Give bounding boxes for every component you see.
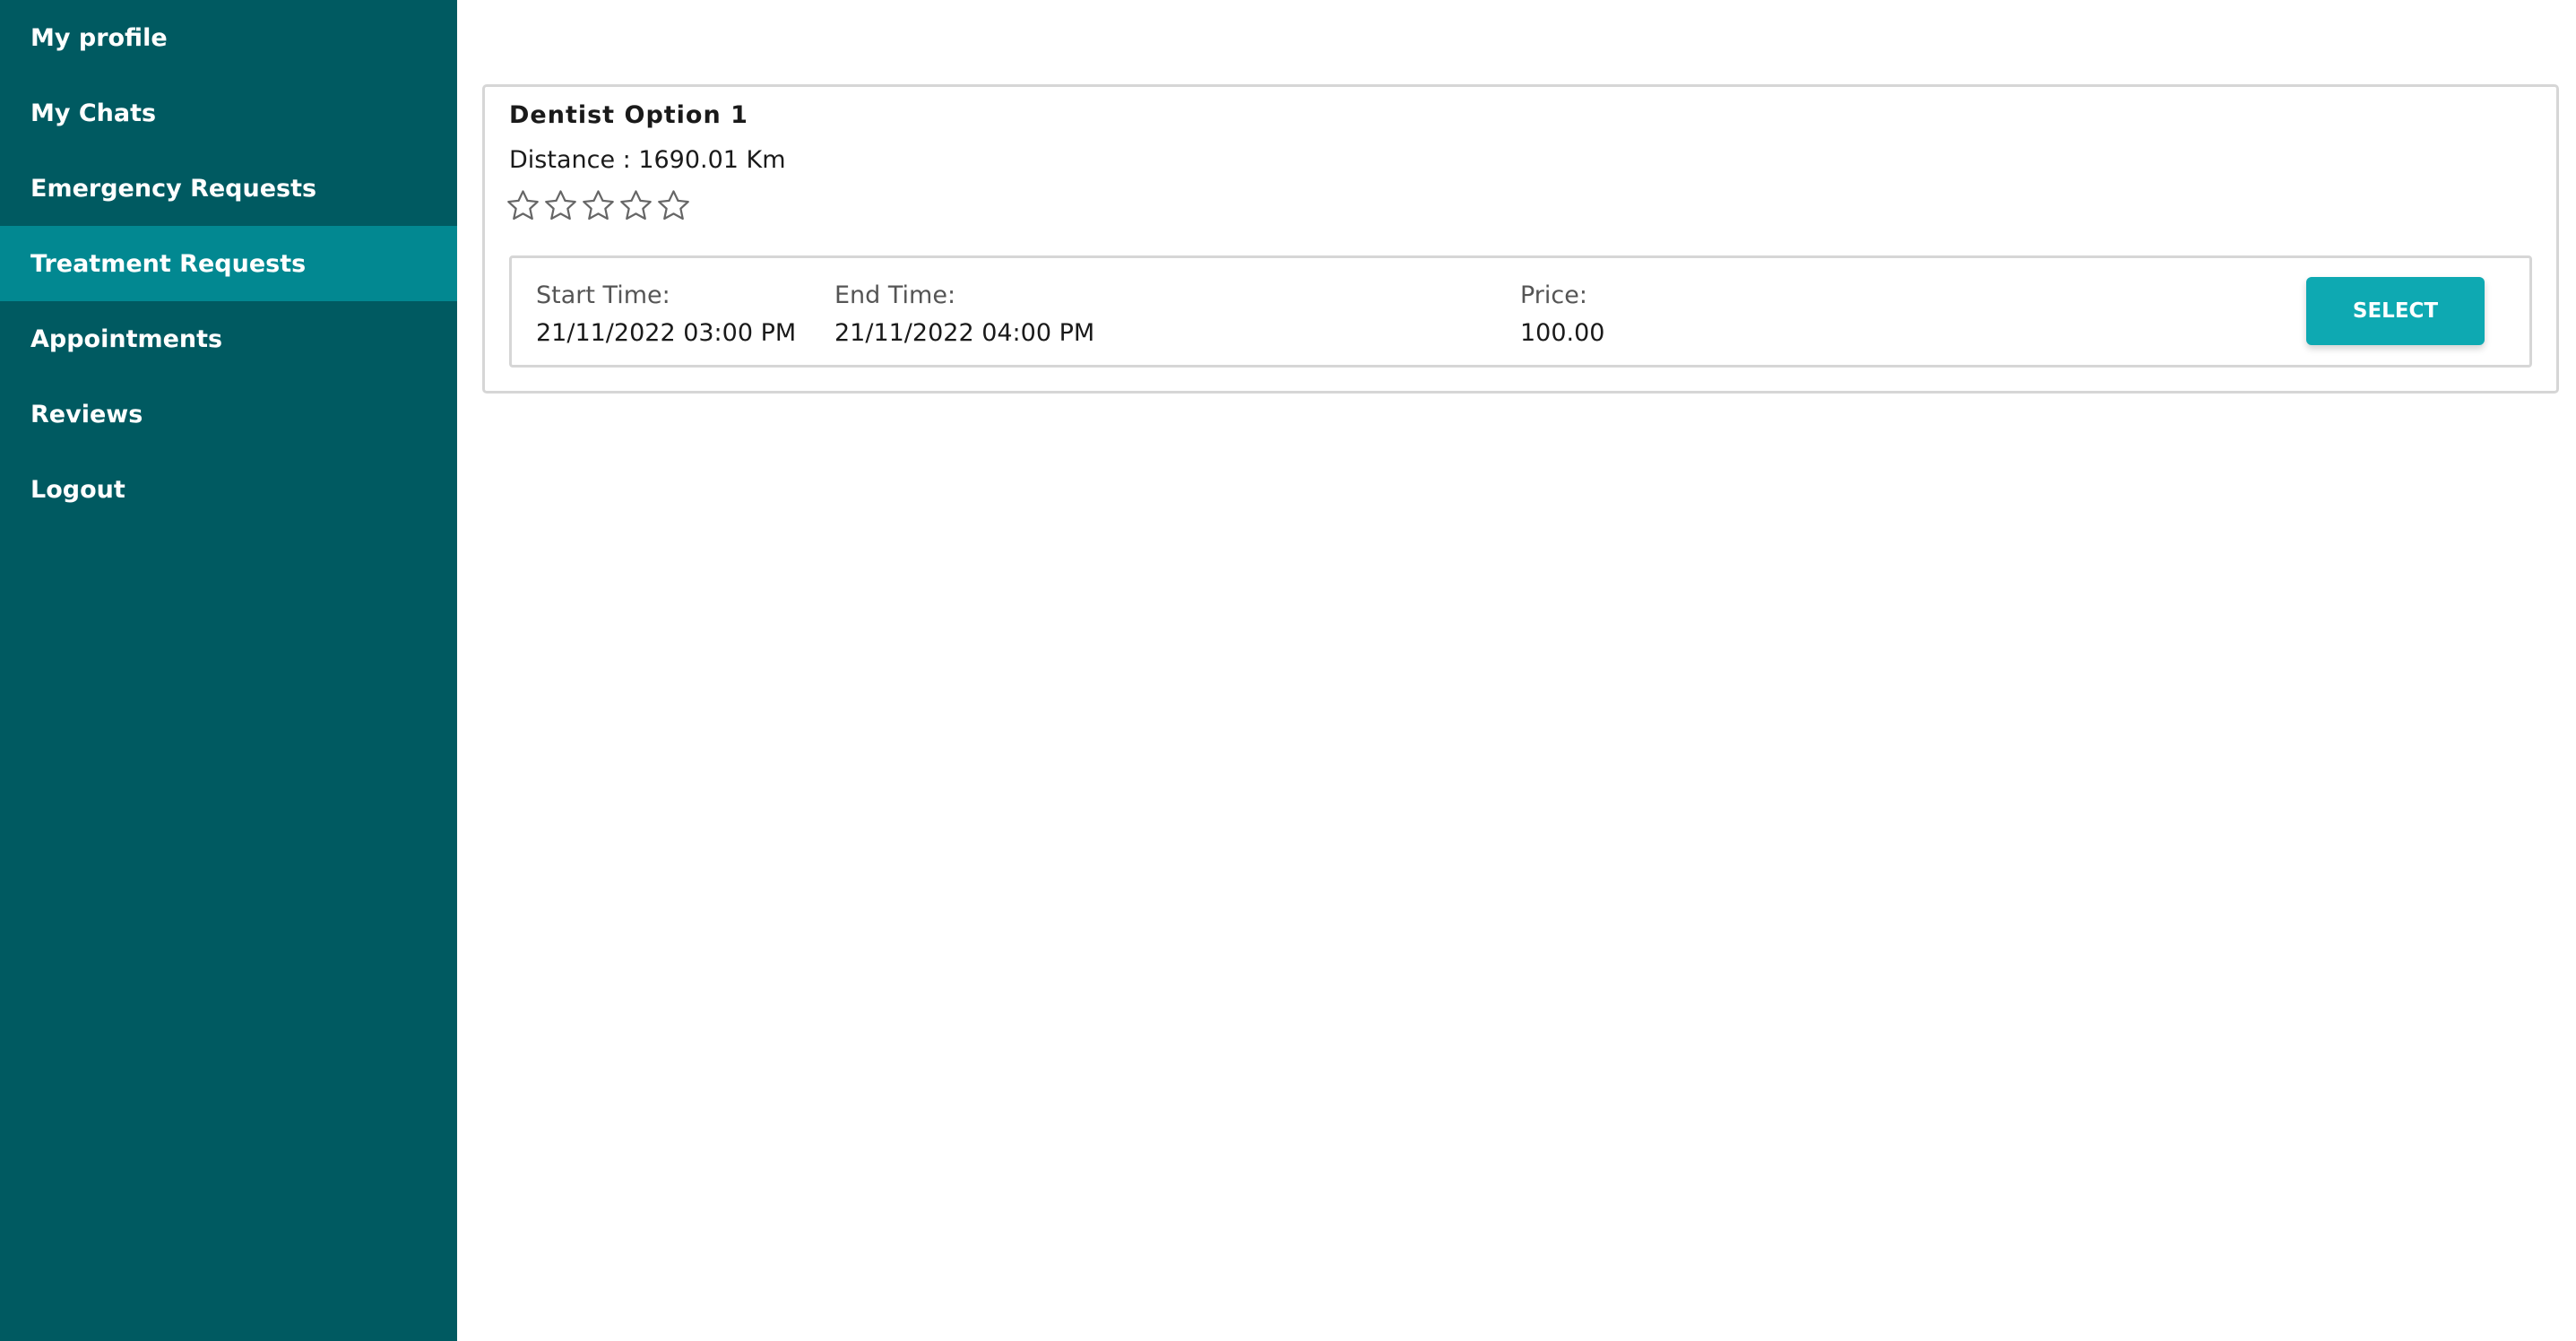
- sidebar-item-emergency-requests[interactable]: Emergency Requests: [0, 151, 457, 226]
- start-time-label: Start Time:: [536, 281, 670, 309]
- price-value: 100.00: [1520, 319, 1605, 347]
- star-rating[interactable]: [505, 187, 692, 224]
- end-time-label: End Time:: [834, 281, 956, 309]
- end-time-value: 21/11/2022 04:00 PM: [834, 319, 1095, 347]
- sidebar: My profile My Chats Emergency Requests T…: [0, 0, 457, 1341]
- app-root: My profile My Chats Emergency Requests T…: [0, 0, 2576, 1341]
- sidebar-item-label: Emergency Requests: [30, 174, 317, 203]
- sidebar-item-label: Logout: [30, 475, 125, 504]
- sidebar-item-label: My Chats: [30, 99, 157, 127]
- sidebar-item-label: Reviews: [30, 400, 143, 428]
- main-content: Dentist Option 1 Distance : 1690.01 Km S…: [457, 0, 2576, 1341]
- sidebar-item-label: Treatment Requests: [30, 249, 307, 278]
- sidebar-item-my-chats[interactable]: My Chats: [0, 75, 457, 151]
- price-label: Price:: [1520, 281, 1587, 309]
- sidebar-item-appointments[interactable]: Appointments: [0, 301, 457, 376]
- star-icon[interactable]: [542, 187, 579, 224]
- sidebar-item-treatment-requests[interactable]: Treatment Requests: [0, 226, 457, 301]
- sidebar-item-label: My profile: [30, 23, 168, 52]
- star-icon[interactable]: [505, 187, 541, 224]
- select-button[interactable]: SELECT: [2306, 277, 2485, 345]
- dentist-option-card: Dentist Option 1 Distance : 1690.01 Km S…: [482, 84, 2559, 394]
- sidebar-item-logout[interactable]: Logout: [0, 452, 457, 527]
- sidebar-item-reviews[interactable]: Reviews: [0, 376, 457, 452]
- sidebar-item-label: Appointments: [30, 324, 223, 353]
- star-icon[interactable]: [655, 187, 692, 224]
- time-slot-row: Start Time: 21/11/2022 03:00 PM End Time…: [509, 255, 2532, 368]
- dentist-option-title: Dentist Option 1: [509, 101, 748, 129]
- star-icon[interactable]: [580, 187, 617, 224]
- sidebar-item-my-profile[interactable]: My profile: [0, 0, 457, 75]
- star-icon[interactable]: [618, 187, 654, 224]
- start-time-value: 21/11/2022 03:00 PM: [536, 319, 797, 347]
- distance-text: Distance : 1690.01 Km: [509, 146, 786, 174]
